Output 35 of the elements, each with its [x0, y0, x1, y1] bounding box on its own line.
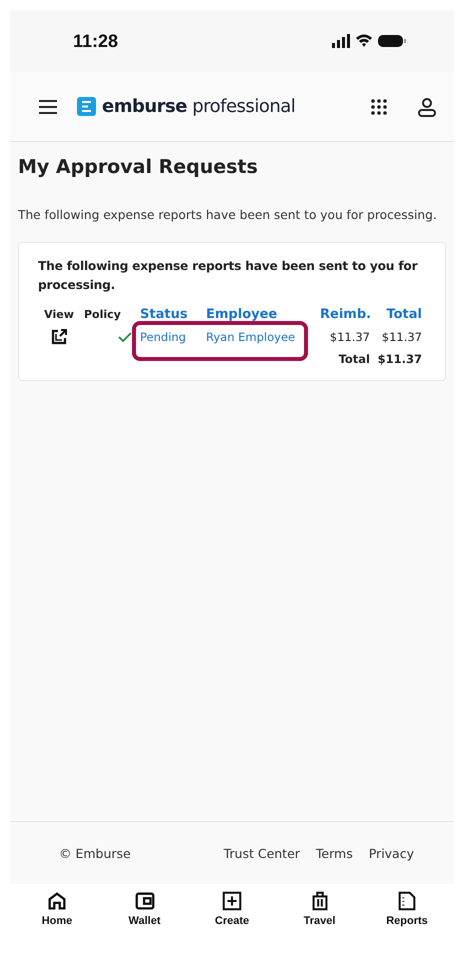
copyright-text: © Emburse: [59, 846, 132, 860]
brand-name: emburse professional: [102, 96, 296, 117]
tab-bar-item[interactable]: Reports: [382, 890, 432, 927]
column-header[interactable]: Status: [140, 307, 202, 322]
employee-link[interactable]: Ryan Employee: [206, 330, 316, 344]
menu-icon[interactable]: [38, 98, 58, 114]
home-icon: [46, 890, 68, 912]
footer-link[interactable]: Privacy: [368, 846, 414, 860]
user-icon[interactable]: [418, 96, 436, 116]
footer-link[interactable]: Terms: [316, 846, 353, 860]
column-header[interactable]: Total: [374, 307, 422, 322]
footer-link[interactable]: Trust Center: [224, 846, 300, 860]
status-time: 11:28: [73, 30, 118, 52]
tab-bar-item[interactable]: Create: [207, 890, 257, 927]
tab-bar-item[interactable]: Wallet: [120, 890, 170, 927]
column-header[interactable]: Employee: [206, 307, 316, 322]
plus-icon: [221, 890, 243, 912]
wallet-icon: [134, 890, 156, 912]
column-header: View: [43, 308, 75, 321]
apps-grid-icon[interactable]: [370, 98, 388, 116]
reimbursement-amount: $11.37: [328, 330, 370, 344]
tab-bar-item[interactable]: Home: [32, 890, 82, 927]
grand-total: $11.37: [376, 352, 422, 366]
status-link[interactable]: Pending: [140, 330, 202, 344]
page-title: My Approval Requests: [18, 156, 259, 178]
total-label: Total: [338, 352, 370, 366]
column-header[interactable]: Reimb.: [320, 307, 370, 322]
card-message: The following expense reports have been sent to you for processing.: [38, 258, 419, 294]
total-amount: $11.37: [380, 330, 422, 344]
tab-bar-item[interactable]: Travel: [294, 890, 344, 927]
external-link-icon[interactable]: [50, 328, 68, 346]
logo-icon: [77, 97, 96, 116]
column-header: Policy: [84, 308, 122, 321]
document-icon: [396, 890, 418, 912]
intro-text: The following expense reports have been sent to you for processing.: [18, 208, 438, 222]
